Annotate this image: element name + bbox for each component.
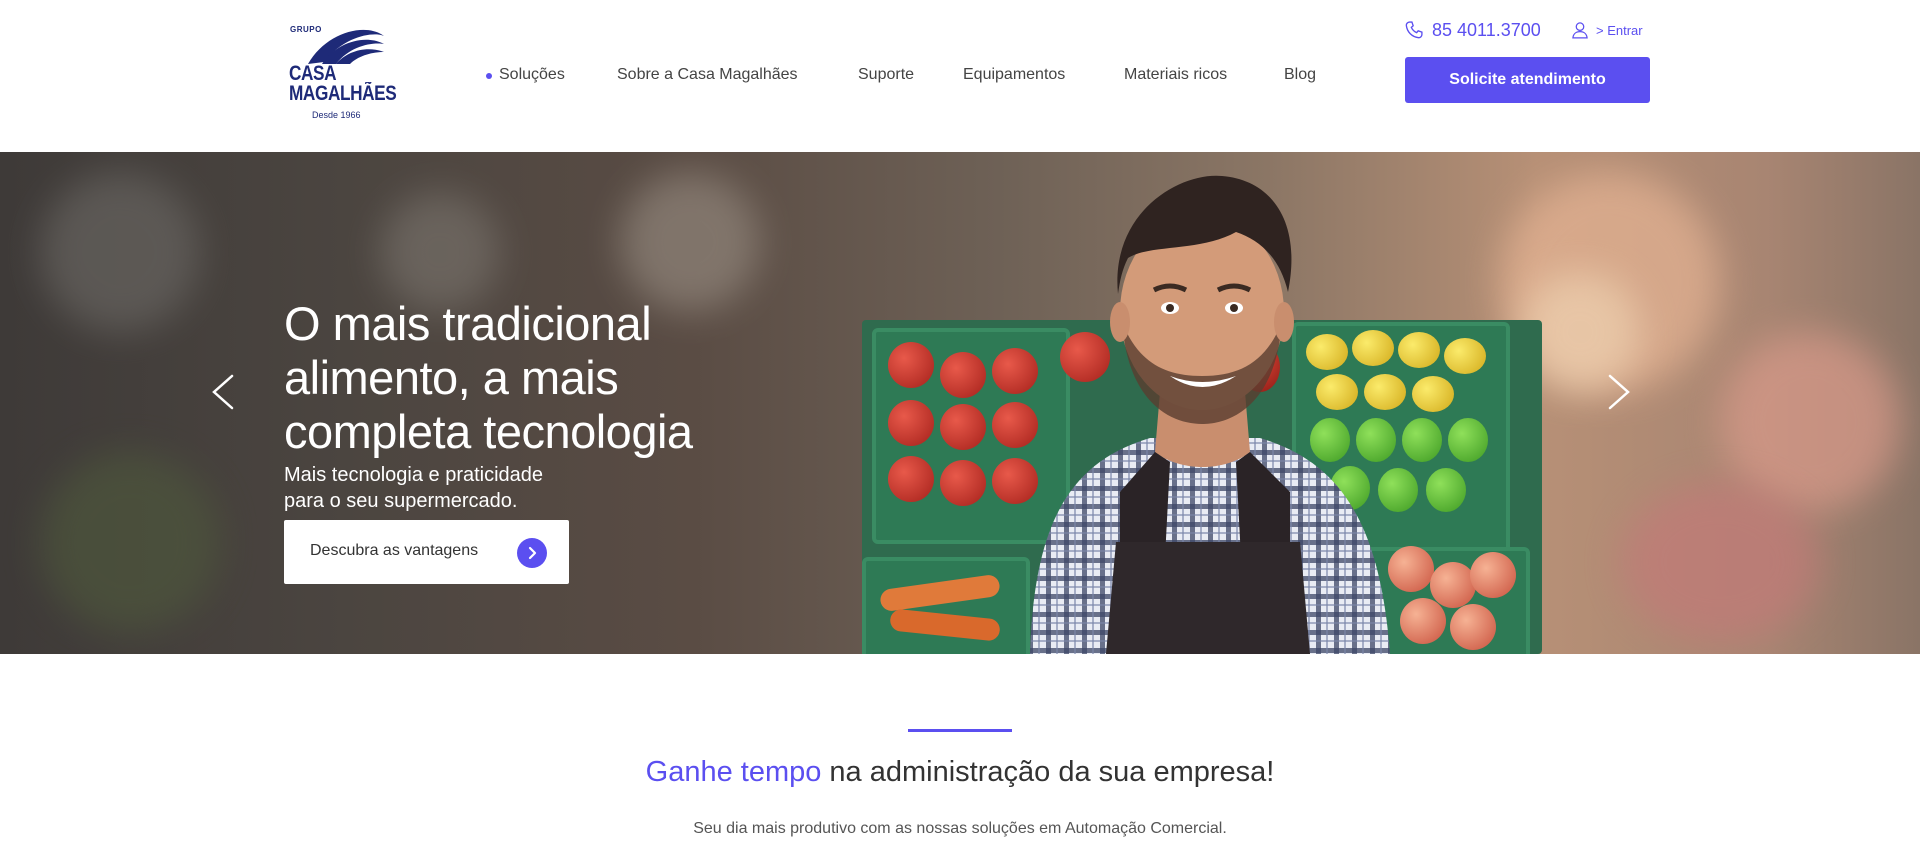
phone-icon	[1405, 21, 1423, 39]
hero-title-line: completa tecnologia	[284, 405, 693, 459]
logo-name-line2: MAGALHÃES	[289, 82, 397, 105]
nav-item-suporte[interactable]: Suporte	[858, 66, 914, 84]
section-divider	[908, 729, 1012, 732]
casa-magalhaes-logo[interactable]: GRUPO CASA MAGALHÃES Desde 1966	[286, 22, 397, 122]
lemon	[1444, 338, 1486, 374]
phone-link[interactable]: 85 4011.3700	[1404, 18, 1541, 42]
bokeh-light	[40, 452, 220, 632]
tomato	[940, 460, 986, 506]
tomato	[888, 400, 934, 446]
headline-rest: na administração da sua empresa!	[821, 756, 1275, 788]
discover-advantages-label: Descubra as vantagens	[310, 542, 479, 559]
nav-item-equipamentos[interactable]: Equipamentos	[963, 66, 1065, 84]
bokeh-light	[1620, 482, 1820, 642]
chevron-right-icon[interactable]	[1606, 372, 1632, 412]
tomato	[888, 456, 934, 502]
apple	[1400, 598, 1446, 644]
section-headline: Ganhe tempo na administração da sua empr…	[0, 756, 1920, 789]
lime	[1402, 418, 1442, 462]
logo-swoosh-icon	[308, 29, 384, 64]
logo-since-text: Desde 1966	[312, 110, 361, 120]
hero-subtitle: Mais tecnologia e praticidade para o seu…	[284, 462, 644, 514]
apple	[1450, 604, 1496, 650]
tomato	[888, 342, 934, 388]
chevron-right-circle-icon	[517, 538, 547, 568]
nav-active-dot	[486, 73, 492, 79]
lemon	[1412, 376, 1454, 412]
vendor-illustration	[1030, 175, 1390, 654]
apple	[1470, 552, 1516, 598]
user-icon	[1572, 22, 1588, 39]
lime	[1448, 418, 1488, 462]
request-service-button[interactable]: Solicite atendimento	[1405, 57, 1650, 103]
site-header: GRUPO CASA MAGALHÃES Desde 1966 Soluções…	[0, 0, 1920, 152]
tomato	[940, 404, 986, 450]
login-label: > Entrar	[1596, 22, 1643, 38]
nav-item-solucoes[interactable]: Soluções	[499, 66, 565, 84]
login-link[interactable]: > Entrar	[1570, 19, 1643, 41]
phone-number: 85 4011.3700	[1432, 19, 1541, 40]
bokeh-light	[380, 192, 500, 312]
apple	[1430, 562, 1476, 608]
lime	[1426, 468, 1466, 512]
hero-title: O mais tradicional alimento, a mais comp…	[284, 297, 804, 459]
section-subtitle: Seu dia mais produtivo com as nossas sol…	[693, 820, 1227, 837]
bokeh-light	[40, 172, 200, 332]
nav-item-materiais-ricos[interactable]: Materiais ricos	[1124, 66, 1227, 84]
hero-title-line: alimento, a mais	[284, 351, 619, 405]
chevron-left-icon[interactable]	[210, 372, 236, 412]
nav-item-blog[interactable]: Blog	[1284, 66, 1316, 84]
hero-subtitle-line: para o seu supermercado.	[284, 490, 518, 512]
nav-item-sobre[interactable]: Sobre a Casa Magalhães	[617, 66, 798, 84]
hero-title-line: O mais tradicional	[284, 297, 652, 351]
lemon	[1398, 332, 1440, 368]
hero-banner: O mais tradicional alimento, a mais comp…	[0, 152, 1920, 654]
hero-subtitle-line: Mais tecnologia e praticidade	[284, 464, 544, 486]
headline-accent: Ganhe tempo	[645, 756, 822, 788]
tomato	[940, 352, 986, 398]
discover-advantages-button[interactable]: Descubra as vantagens	[284, 520, 569, 584]
bokeh-light	[620, 172, 760, 312]
